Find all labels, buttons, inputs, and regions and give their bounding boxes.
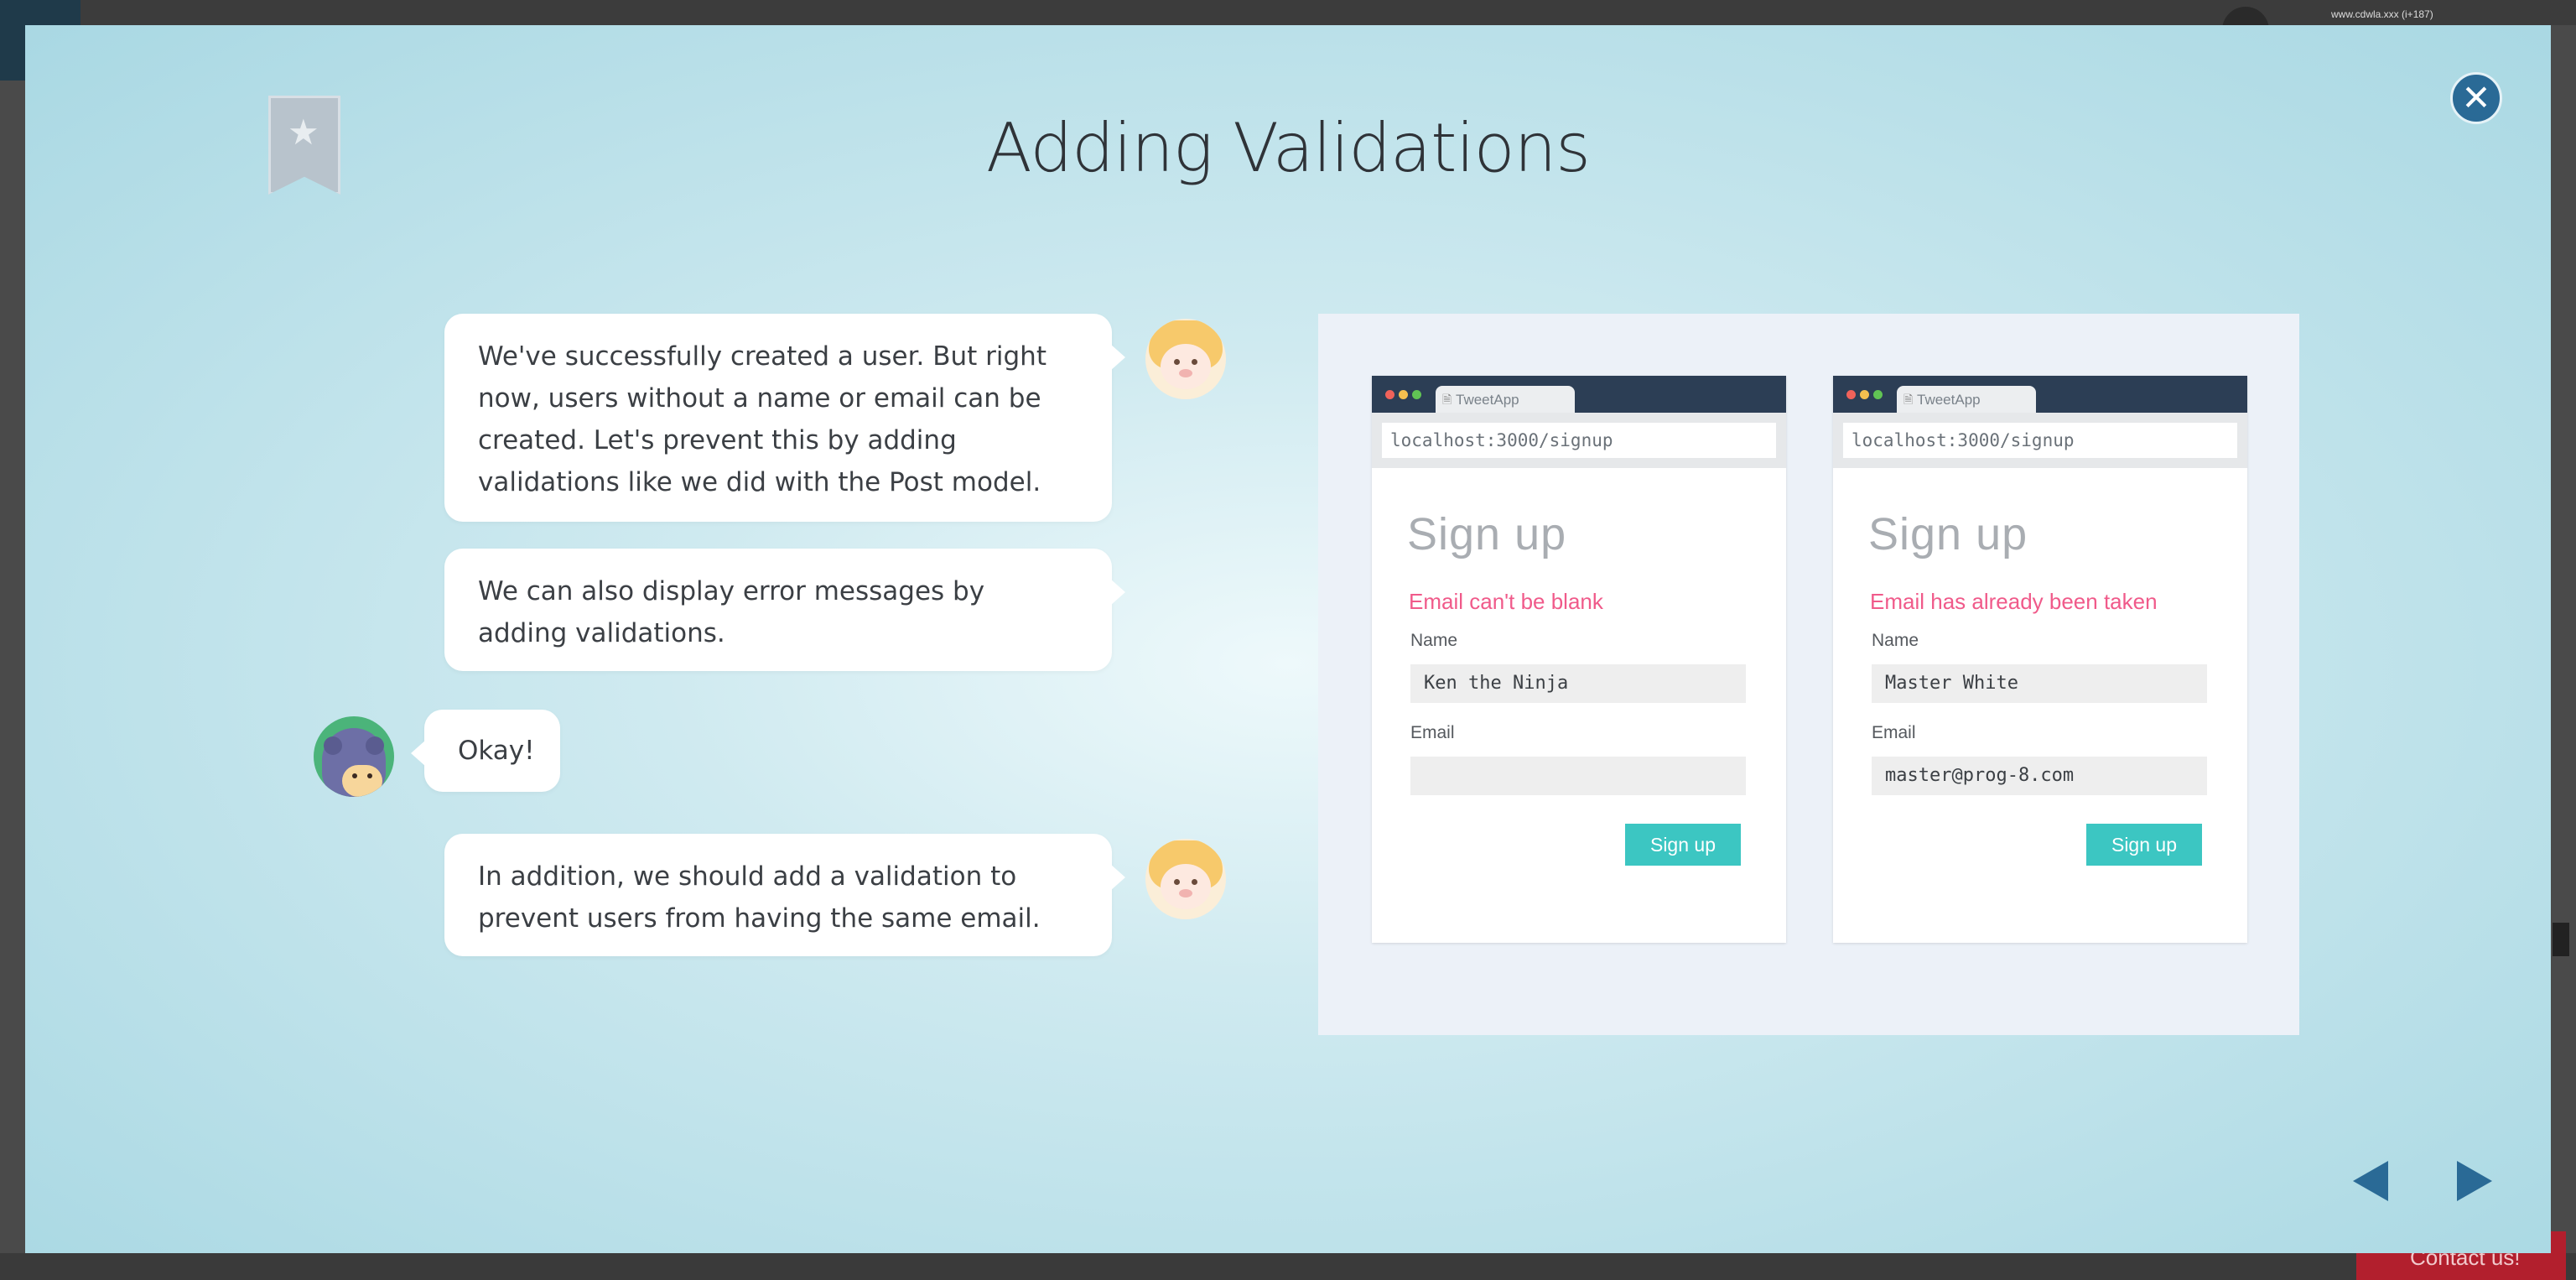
email-field [1410,757,1746,795]
browser-mockup-blank-email: TweetApp localhost:3000/signup Sign up E… [1372,376,1786,943]
slide-modal: ★ Adding Validations ✕ We've successfull… [25,25,2551,1253]
browser-url: localhost:3000/signup [1843,423,2237,458]
email-label: Email [1410,723,1455,742]
background-scrollbar[interactable] [2553,923,2569,956]
browser-chrome: TweetApp [1372,376,1786,414]
signup-button-illustration: Sign up [2086,824,2202,866]
signup-button-illustration: Sign up [1625,824,1741,866]
browser-chrome: TweetApp [1833,376,2247,414]
browser-url: localhost:3000/signup [1382,423,1776,458]
chat-bubble-sheep: We've successfully created a user. But r… [444,314,1125,522]
error-message: Email can't be blank [1409,589,1603,614]
error-message: Email has already been taken [1870,589,2158,614]
name-field: Master White [1872,664,2207,703]
chat-bubble-ninja: Okay! [411,710,560,792]
browser-tab: TweetApp [1897,386,2036,414]
signup-heading: Sign up [1407,509,1567,559]
close-icon: ✕ [2461,77,2491,118]
next-arrow-icon[interactable] [2457,1161,2492,1201]
name-field: Ken the Ninja [1410,664,1746,703]
close-button[interactable]: ✕ [2450,72,2502,124]
ninja-avatar [314,716,394,797]
slide-title: Adding Validations [986,109,1591,187]
email-label: Email [1872,723,1916,742]
sheep-avatar [1145,319,1226,399]
chat-bubble-sheep: We can also display error messages by ad… [444,549,1125,671]
illustration-panel: TweetApp localhost:3000/signup Sign up E… [1318,314,2299,1035]
name-label: Name [1872,631,1919,650]
chat-bubble-sheep: In addition, we should add a validation … [444,834,1125,956]
browser-mockup-duplicate-email: TweetApp localhost:3000/signup Sign up E… [1833,376,2247,943]
background-topbar [0,0,2576,25]
background-site-url: www.cdwla.xxx (i+187) [2331,8,2433,20]
prev-arrow-icon[interactable] [2353,1161,2388,1201]
signup-heading: Sign up [1868,509,2028,559]
email-field: master@prog-8.com [1872,757,2207,795]
sheep-avatar [1145,839,1226,919]
name-label: Name [1410,631,1458,650]
browser-tab: TweetApp [1436,386,1575,414]
background-bottom-bar [0,1253,2576,1280]
